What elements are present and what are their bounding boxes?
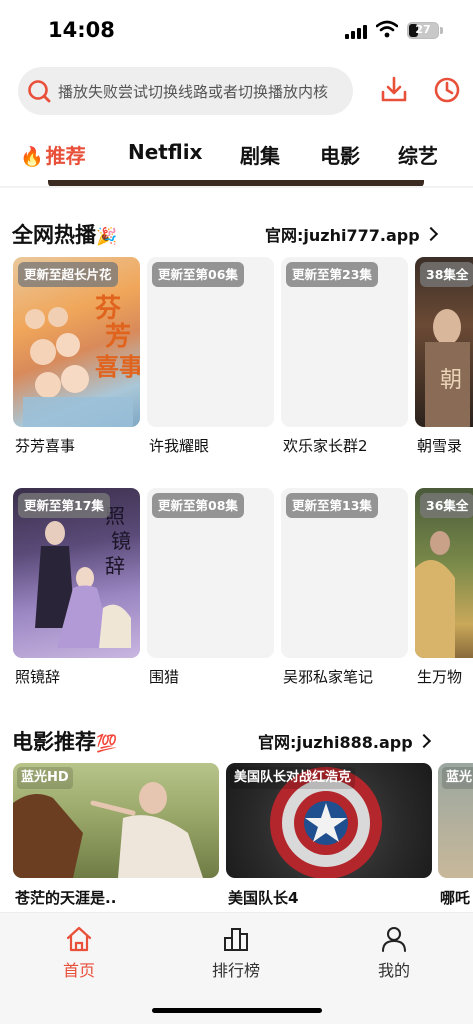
show-card[interactable]: 36集全 生万物 [415, 488, 473, 688]
search-icon [28, 80, 51, 103]
battery-cap [440, 27, 443, 34]
tab-movies[interactable]: 电影 [320, 140, 360, 169]
home-indicator[interactable] [152, 1008, 322, 1013]
episode-badge: 38集全 [420, 262, 473, 287]
poster-image: 朝 38集全 [415, 257, 473, 427]
section-title-text: 全网热播 [12, 223, 96, 247]
show-card[interactable]: 照 镜 辞 更新至第17集 照镜辞 [13, 488, 140, 688]
section-link-movies[interactable]: 官网:juzhi888.app [258, 729, 431, 753]
tagline-badge: 美国队长对战红浩克 [230, 767, 356, 789]
hundred-icon: 💯 [96, 734, 118, 754]
section-link-text: 官网:juzhi888.app [258, 733, 413, 752]
battery-icon: 27 [407, 22, 439, 39]
search-bar[interactable]: 播放失败尝试切换线路或者切换播放内核 [18, 67, 353, 115]
movie-card[interactable]: 美国队长对战红浩克 美国队长4 [226, 763, 432, 908]
episode-badge: 更新至超长片花 [18, 262, 118, 287]
show-title: 许我耀眼 [149, 437, 210, 455]
nav-ranking[interactable]: 排行榜 [186, 925, 286, 981]
episode-badge: 更新至第23集 [286, 262, 378, 287]
quality-badge: 蓝光 [442, 767, 473, 789]
poster-image: 蓝光 [438, 763, 473, 878]
party-icon: 🎉 [96, 227, 118, 247]
nav-home[interactable]: 首页 [29, 925, 129, 981]
movie-title: 美国队长4 [228, 889, 299, 907]
tab-recommend[interactable]: 🔥 推荐 [20, 140, 86, 169]
section-title-text: 电影推荐 [12, 730, 96, 754]
poster-image: 36集全 [415, 488, 473, 658]
ranking-icon [224, 928, 248, 951]
quality-badge: 蓝光HD [17, 767, 73, 789]
show-title: 吴邪私家笔记 [283, 668, 374, 686]
show-card[interactable]: 更新至第13集 吴邪私家笔记 [281, 488, 408, 688]
section-title-hot: 全网热播🎉 [12, 219, 117, 249]
poster-image: 照 镜 辞 更新至第17集 [13, 488, 140, 658]
status-time: 14:08 [48, 18, 115, 42]
movie-title: 哪吒 [440, 889, 471, 907]
poster-placeholder: 更新至第08集 [147, 488, 274, 658]
svg-text:芬: 芬 [95, 294, 121, 324]
fire-icon: 🔥 [20, 146, 44, 168]
home-icon [66, 926, 92, 952]
chevron-right-icon [423, 226, 438, 242]
svg-text:喜事: 喜事 [95, 352, 140, 381]
svg-text:镜: 镜 [111, 529, 131, 553]
tab-netflix[interactable]: Netflix [128, 140, 202, 164]
svg-text:朝: 朝 [440, 368, 462, 393]
divider [0, 186, 473, 188]
poster-image: 蓝光HD [13, 763, 219, 878]
show-title: 欢乐家长群2 [283, 437, 368, 455]
search-placeholder: 播放失败尝试切换线路或者切换播放内核 [58, 83, 329, 101]
cellular-signal-icon [345, 24, 367, 39]
show-card[interactable]: 朝 38集全 朝雪录 [415, 257, 473, 457]
show-card[interactable]: 更新至第06集 许我耀眼 [147, 257, 274, 457]
tab-variety[interactable]: 综艺 [398, 140, 438, 169]
svg-text:辞: 辞 [105, 554, 125, 578]
section-link-text: 官网:juzhi777.app [265, 226, 420, 245]
poster-image: 芬 芳 喜事 更新至超长片花 [13, 257, 140, 427]
movie-title: 苍茫的天涯是.. [15, 889, 117, 907]
episode-badge: 更新至第08集 [152, 493, 244, 518]
svg-text:芳: 芳 [105, 322, 131, 352]
nav-profile[interactable]: 我的 [344, 925, 444, 981]
episode-badge: 36集全 [420, 493, 473, 518]
show-title: 生万物 [417, 668, 463, 686]
nav-label: 首页 [62, 961, 95, 980]
profile-icon [382, 927, 406, 952]
poster-placeholder: 更新至第23集 [281, 257, 408, 427]
nav-label: 我的 [377, 961, 410, 980]
tab-series[interactable]: 剧集 [240, 140, 280, 169]
download-icon[interactable] [380, 75, 408, 105]
section-link-hot[interactable]: 官网:juzhi777.app [265, 222, 438, 246]
poster-placeholder: 更新至第13集 [281, 488, 408, 658]
show-title: 芬芳喜事 [15, 437, 76, 455]
chevron-right-icon [416, 733, 431, 749]
category-tabs: 🔥 推荐 Netflix 剧集 电影 综艺 [0, 134, 473, 174]
status-bar: 14:08 27 [0, 0, 473, 58]
show-title: 朝雪录 [417, 437, 463, 455]
poster-placeholder: 更新至第06集 [147, 257, 274, 427]
show-title: 围猎 [149, 668, 180, 686]
battery-level: 27 [415, 23, 431, 36]
movie-card[interactable]: 蓝光HD 苍茫的天涯是.. [13, 763, 219, 908]
show-card[interactable]: 芬 芳 喜事 更新至超长片花 芬芳喜事 [13, 257, 140, 457]
tab-label: 推荐 [45, 144, 86, 168]
wifi-icon [376, 20, 398, 38]
section-title-movies: 电影推荐💯 [12, 726, 117, 756]
episode-badge: 更新至第17集 [18, 493, 110, 518]
episode-badge: 更新至第06集 [152, 262, 244, 287]
nav-label: 排行榜 [211, 961, 260, 980]
episode-badge: 更新至第13集 [286, 493, 378, 518]
show-title: 照镜辞 [15, 668, 61, 686]
show-card[interactable]: 更新至第23集 欢乐家长群2 [281, 257, 408, 457]
show-card[interactable]: 更新至第08集 围猎 [147, 488, 274, 688]
clock-icon[interactable] [433, 75, 461, 105]
poster-image: 美国队长对战红浩克 [226, 763, 432, 878]
movie-card[interactable]: 蓝光 哪吒 [438, 763, 473, 908]
